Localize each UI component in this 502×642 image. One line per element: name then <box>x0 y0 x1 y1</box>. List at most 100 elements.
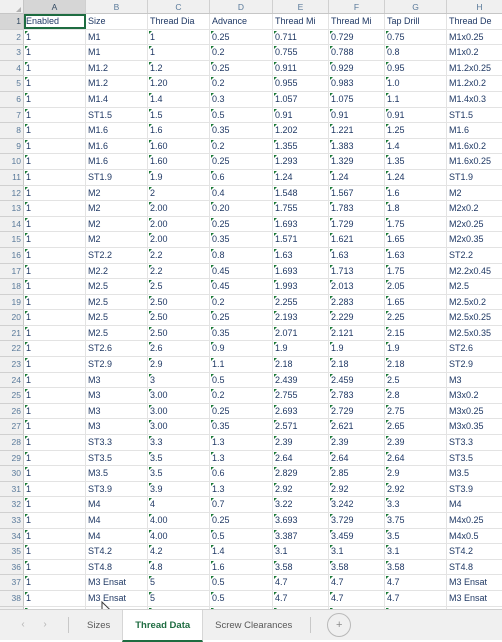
table-cell[interactable]: M3 <box>86 388 148 404</box>
table-cell[interactable]: M4x0.25 <box>447 513 502 529</box>
table-cell[interactable]: 1.3 <box>210 435 273 451</box>
table-cell[interactable]: M4 <box>86 513 148 529</box>
add-sheet-button[interactable]: + <box>327 613 351 637</box>
table-cell[interactable]: ST3.3 <box>86 435 148 451</box>
table-cell[interactable]: M1.4x0.3 <box>447 91 502 107</box>
table-cell[interactable]: 1.693 <box>273 263 329 279</box>
table-cell[interactable]: 2.50 <box>148 294 210 310</box>
table-cell[interactable]: 3.9 <box>148 481 210 497</box>
table-cell[interactable]: M2 <box>86 185 148 201</box>
table-cell[interactable]: 0.2 <box>210 294 273 310</box>
table-cell[interactable]: 3.5 <box>148 466 210 482</box>
row-header-29[interactable]: 29 <box>0 450 24 466</box>
table-cell[interactable]: M3 Ensat <box>86 575 148 591</box>
table-cell[interactable]: 2.571 <box>273 419 329 435</box>
table-cell[interactable]: 1 <box>24 310 86 326</box>
table-cell[interactable]: 1.24 <box>385 169 447 185</box>
table-cell[interactable]: 3.00 <box>148 388 210 404</box>
table-cell[interactable]: 2.00 <box>148 201 210 217</box>
sheet-next-icon[interactable]: › <box>34 615 56 635</box>
table-cell[interactable]: 3.459 <box>329 528 385 544</box>
sheet-tab-screw-clearances[interactable]: Screw Clearances <box>203 610 304 640</box>
table-cell[interactable]: M3x0.25 <box>447 403 502 419</box>
table-cell[interactable]: 0.929 <box>329 60 385 76</box>
table-cell[interactable]: ST3.3 <box>447 435 502 451</box>
table-cell[interactable]: 1 <box>24 575 86 591</box>
table-cell[interactable]: 1.329 <box>329 154 385 170</box>
table-cell[interactable]: 2.39 <box>273 435 329 451</box>
table-cell[interactable]: M2.2 <box>86 263 148 279</box>
table-cell[interactable]: M2 <box>86 232 148 248</box>
header-cell[interactable]: Thread Mi <box>273 14 329 30</box>
table-cell[interactable]: 3.5 <box>148 450 210 466</box>
table-cell[interactable]: M2.5 <box>447 279 502 295</box>
table-cell[interactable]: M3x0.2 <box>447 388 502 404</box>
row-header-28[interactable]: 28 <box>0 435 24 451</box>
table-cell[interactable]: 2.92 <box>273 481 329 497</box>
sheet-tab-sizes[interactable]: Sizes <box>75 610 122 640</box>
row-header-6[interactable]: 6 <box>0 91 24 107</box>
table-cell[interactable]: 1.202 <box>273 123 329 139</box>
table-cell[interactable]: 1 <box>24 590 86 606</box>
table-cell[interactable]: 3.22 <box>273 497 329 513</box>
table-cell[interactable]: 1.1 <box>210 357 273 373</box>
table-cell[interactable]: 1 <box>24 528 86 544</box>
table-cell[interactable]: 2.229 <box>329 310 385 326</box>
table-cell[interactable]: M2.5x0.25 <box>447 310 502 326</box>
table-cell[interactable]: 1.60 <box>148 154 210 170</box>
table-cell[interactable]: 1 <box>24 107 86 123</box>
row-header-23[interactable]: 23 <box>0 357 24 373</box>
table-cell[interactable]: 2.693 <box>273 403 329 419</box>
table-cell[interactable]: 1.24 <box>273 169 329 185</box>
table-cell[interactable]: 1.20 <box>148 76 210 92</box>
row-header-37[interactable]: 37 <box>0 575 24 591</box>
table-cell[interactable]: 0.20 <box>210 201 273 217</box>
table-cell[interactable]: 2.85 <box>329 466 385 482</box>
row-header-24[interactable]: 24 <box>0 372 24 388</box>
table-cell[interactable]: M1.2x0.2 <box>447 76 502 92</box>
header-cell[interactable]: Thread De <box>447 14 502 30</box>
table-cell[interactable]: 1.9 <box>385 341 447 357</box>
table-cell[interactable]: 2 <box>148 185 210 201</box>
table-cell[interactable]: 2.50 <box>148 310 210 326</box>
table-cell[interactable]: 2.9 <box>385 466 447 482</box>
table-cell[interactable]: 3.3 <box>148 435 210 451</box>
table-cell[interactable]: 1.75 <box>385 263 447 279</box>
row-header-33[interactable]: 33 <box>0 513 24 529</box>
table-cell[interactable]: 4.7 <box>329 575 385 591</box>
table-cell[interactable]: 1.993 <box>273 279 329 295</box>
table-cell[interactable]: 1.6 <box>210 559 273 575</box>
table-cell[interactable]: 0.25 <box>210 154 273 170</box>
row-header-36[interactable]: 36 <box>0 559 24 575</box>
table-cell[interactable]: 0.9 <box>210 341 273 357</box>
table-cell[interactable]: 2.05 <box>385 279 447 295</box>
cell-a1-selected[interactable]: Enabled <box>24 14 86 30</box>
table-cell[interactable]: 0.5 <box>210 575 273 591</box>
row-header-5[interactable]: 5 <box>0 76 24 92</box>
table-cell[interactable]: 2.64 <box>329 450 385 466</box>
table-cell[interactable]: 1.571 <box>273 232 329 248</box>
table-cell[interactable]: 1.293 <box>273 154 329 170</box>
table-cell[interactable]: 1 <box>24 123 86 139</box>
header-cell[interactable]: Tap Drill <box>385 14 447 30</box>
table-cell[interactable]: ST4.8 <box>86 559 148 575</box>
table-cell[interactable]: 1 <box>24 419 86 435</box>
table-cell[interactable]: 2.8 <box>385 388 447 404</box>
table-cell[interactable]: 2.071 <box>273 325 329 341</box>
table-cell[interactable]: 2.65 <box>385 419 447 435</box>
table-cell[interactable]: 1.057 <box>273 91 329 107</box>
table-cell[interactable]: 1.3 <box>210 450 273 466</box>
row-header-17[interactable]: 17 <box>0 263 24 279</box>
table-cell[interactable]: ST3.5 <box>86 450 148 466</box>
table-cell[interactable]: 1.24 <box>329 169 385 185</box>
table-cell[interactable]: 2.013 <box>329 279 385 295</box>
row-header-22[interactable]: 22 <box>0 341 24 357</box>
table-cell[interactable]: 3 <box>148 372 210 388</box>
row-header-16[interactable]: 16 <box>0 247 24 263</box>
table-cell[interactable]: 0.788 <box>329 45 385 61</box>
table-cell[interactable]: M2.5 <box>86 325 148 341</box>
table-cell[interactable]: 1.3 <box>210 481 273 497</box>
table-cell[interactable]: ST1.9 <box>447 169 502 185</box>
row-header-7[interactable]: 7 <box>0 107 24 123</box>
table-cell[interactable]: 2.18 <box>329 357 385 373</box>
